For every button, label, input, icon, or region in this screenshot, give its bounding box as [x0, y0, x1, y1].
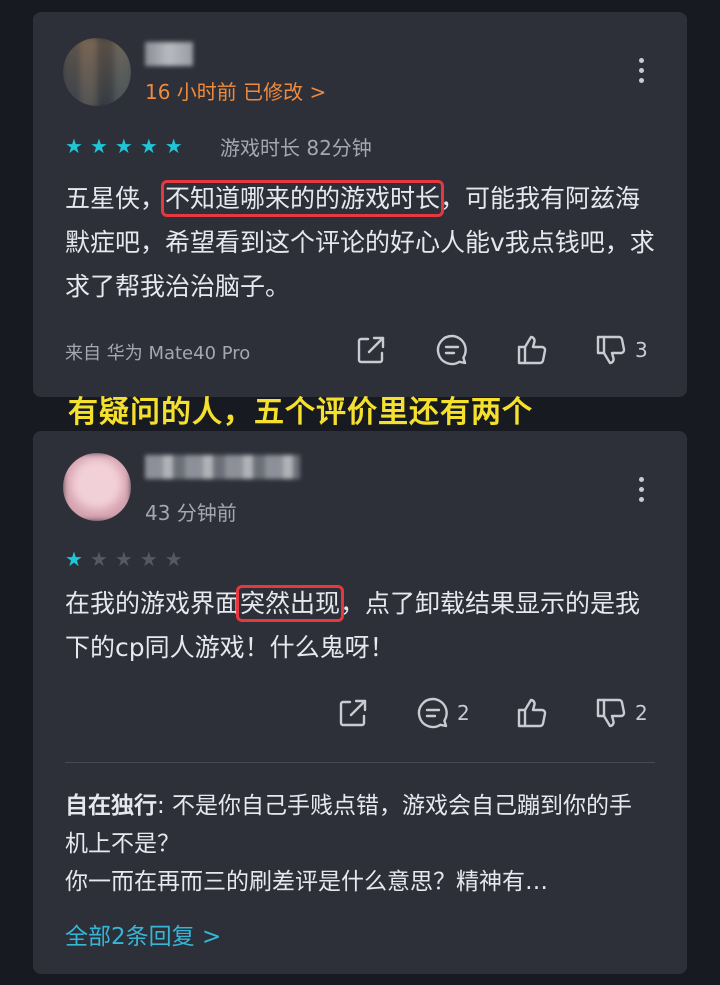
rating-stars: ★ ★ ★ ★ ★: [65, 136, 183, 156]
reply-preview[interactable]: 自在独行: 不是你自己手贱点错，游戏会自己蹦到你的手机上不是？ 你一而在再而三的…: [65, 787, 647, 901]
review-text[interactable]: 五星侠，不知道哪来的的游戏时长，可能我有阿兹海默症吧，希望看到这个评论的好心人能…: [65, 177, 663, 309]
review-text[interactable]: 在我的游戏界面突然出现，点了卸载结果显示的是我下的cp同人游戏！什么鬼呀！: [65, 582, 663, 670]
review-time[interactable]: 16 小时前 已修改 >: [145, 76, 326, 105]
share-icon: [339, 699, 367, 727]
review-card: 16 小时前 已修改 > ★ ★ ★ ★ ★ 游戏时长 82分钟 五星侠，不知道哪来的的…: [33, 12, 687, 397]
comment-button[interactable]: 2: [415, 695, 470, 731]
thumbs-up-icon: [517, 698, 547, 728]
share-button[interactable]: [335, 695, 371, 731]
like-button[interactable]: [514, 332, 550, 368]
like-button[interactable]: [514, 695, 550, 731]
thumbs-up-icon: [517, 335, 547, 365]
star-empty-icon: ★: [164, 547, 183, 571]
star-filled-icon: ★: [164, 134, 183, 158]
reply-author[interactable]: 自在独行: [65, 793, 157, 819]
device-label: 来自 华为 Mate40 Pro: [65, 343, 251, 364]
review-text-part: 在我的游戏界面: [65, 589, 241, 618]
username-blurred[interactable]: [145, 42, 193, 66]
star-empty-icon: ★: [139, 547, 158, 571]
star-filled-icon: ★: [114, 134, 133, 158]
thumbs-down-icon: [596, 698, 626, 728]
divider: [65, 762, 655, 763]
thumbs-down-icon: [596, 335, 626, 365]
more-options-icon[interactable]: [639, 477, 647, 502]
review-card: 43 分钟前 ★ ★ ★ ★ ★ 在我的游戏界面突然出现，点了卸载结果显示的是我下的cp…: [33, 431, 687, 974]
dislike-count: 3: [635, 338, 648, 362]
highlighted-text: 突然出现: [236, 585, 345, 622]
star-filled-icon: ★: [89, 134, 108, 158]
star-empty-icon: ★: [114, 547, 133, 571]
star-empty-icon: ★: [89, 547, 108, 571]
star-filled-icon: ★: [139, 134, 158, 158]
playtime: 游戏时长 82分钟: [220, 136, 372, 160]
star-filled-icon: ★: [65, 547, 83, 571]
dislike-button[interactable]: 3: [593, 332, 648, 368]
star-filled-icon: ★: [65, 134, 83, 158]
caption-overlay: 有疑问的人，五个评价里还有两个: [68, 395, 533, 430]
share-icon: [357, 336, 385, 364]
reply-text: 你一而在再而三的刷差评是什么意思？精神有…: [65, 869, 548, 895]
view-all-replies-link[interactable]: 全部2条回复 >: [65, 917, 221, 951]
comment-icon: [417, 697, 448, 729]
review-text-part: 五星侠，: [65, 184, 166, 213]
comment-button[interactable]: [434, 332, 470, 368]
comment-count: 2: [457, 701, 470, 725]
dislike-count: 2: [635, 701, 648, 725]
review-time[interactable]: 43 分钟前: [145, 497, 237, 526]
share-button[interactable]: [353, 332, 389, 368]
more-options-icon[interactable]: [639, 58, 647, 83]
dislike-button[interactable]: 2: [593, 695, 648, 731]
comment-icon: [436, 334, 467, 366]
avatar[interactable]: [63, 38, 131, 106]
username-blurred[interactable]: [145, 455, 300, 479]
highlighted-text: 不知道哪来的的游戏时长: [161, 180, 445, 217]
rating-stars: ★ ★ ★ ★ ★: [65, 549, 183, 569]
avatar[interactable]: [63, 453, 131, 521]
